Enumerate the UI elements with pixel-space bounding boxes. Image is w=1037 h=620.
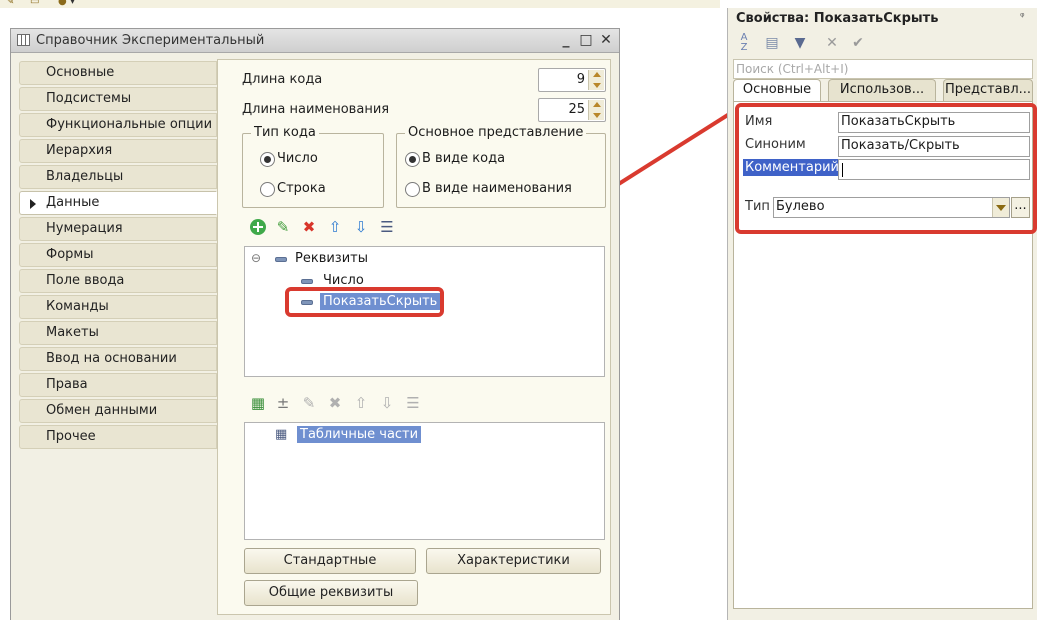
list-icon[interactable]: ☰: [404, 394, 422, 412]
window-title: Справочник Экспериментальный: [36, 33, 265, 48]
nav-item-input-by-basis[interactable]: Ввод на основании: [19, 347, 217, 371]
main-presentation-title: Основное представление: [405, 125, 587, 140]
move-down-icon[interactable]: ⇩: [352, 218, 370, 236]
highlight-properties-fields: [735, 103, 1037, 234]
pencil-icon[interactable]: ✎: [274, 218, 292, 236]
nav-item-functional-options[interactable]: Функциональные опции: [19, 113, 217, 137]
pin-icon[interactable]: ᵠ: [1020, 10, 1025, 23]
name-length-label: Длина наименования: [242, 102, 390, 117]
window-titlebar[interactable]: Справочник Экспериментальный _ □ ✕: [11, 29, 619, 53]
list-icon[interactable]: ☰: [378, 218, 396, 236]
attribute-icon: [301, 279, 313, 284]
nav-item-rights[interactable]: Права: [19, 373, 217, 397]
filter-icon[interactable]: ▼: [790, 33, 810, 53]
standard-attributes-button[interactable]: Стандартные реквизиты: [244, 548, 416, 592]
spin-arrows-icon[interactable]: [588, 70, 604, 90]
nav-item-input-field[interactable]: Поле ввода: [19, 269, 217, 293]
tab-presentation[interactable]: Представл...: [943, 79, 1033, 101]
nav-item-data[interactable]: Данные: [19, 191, 217, 215]
tabular-parts-tree[interactable]: ▦ Табличные части: [244, 422, 605, 540]
nav-item-subsystems[interactable]: Подсистемы: [19, 87, 217, 111]
cancel-icon[interactable]: ✕: [822, 33, 842, 53]
nav-item-owners[interactable]: Владельцы: [19, 165, 217, 189]
nav-item-main[interactable]: Основные: [19, 61, 217, 85]
categories-icon[interactable]: ▤: [762, 33, 782, 53]
pencil-icon[interactable]: ✎: [300, 394, 318, 412]
nav-item-hierarchy[interactable]: Иерархия: [19, 139, 217, 163]
delete-icon[interactable]: ✖: [300, 218, 318, 236]
move-down-icon[interactable]: ⇩: [378, 394, 396, 412]
move-up-icon[interactable]: ⇧: [352, 394, 370, 412]
maximize-button[interactable]: □: [577, 31, 595, 49]
characteristics-button[interactable]: Характеристики: [426, 548, 601, 574]
code-length-label: Длина кода: [242, 72, 323, 87]
tab-main[interactable]: Основные: [733, 79, 821, 102]
properties-panel: Свойства: ПоказатьСкрыть ᵠ AZ ▤ ▼ ✕ ✔ По…: [727, 8, 1037, 620]
properties-search-input[interactable]: Поиск (Ctrl+Alt+I): [733, 59, 1033, 79]
catalog-window: Справочник Экспериментальный _ □ ✕ Основ…: [10, 28, 620, 620]
collapse-icon[interactable]: ⊖: [251, 251, 261, 265]
nav-item-templates[interactable]: Макеты: [19, 321, 217, 345]
nav-item-numbering[interactable]: Нумерация: [19, 217, 217, 241]
add-icon[interactable]: [249, 218, 267, 236]
nav-item-forms[interactable]: Формы: [19, 243, 217, 267]
name-length-input[interactable]: 25: [538, 98, 606, 122]
check-icon[interactable]: ✔: [848, 33, 868, 53]
minimize-button[interactable]: _: [557, 31, 575, 49]
add-column-icon[interactable]: ±: [274, 394, 292, 412]
code-type-title: Тип кода: [251, 125, 319, 140]
table-icon: ▦: [275, 427, 288, 442]
main-presentation-group: Основное представление В виде кода В вид…: [396, 125, 606, 208]
tab-usage[interactable]: Использов...: [828, 79, 936, 101]
close-button[interactable]: ✕: [597, 31, 615, 49]
current-arrow-icon: [30, 199, 36, 209]
spin-arrows-icon[interactable]: [588, 100, 604, 120]
sort-az-icon[interactable]: AZ: [734, 33, 754, 53]
attribute-icon: [275, 257, 287, 262]
code-length-input[interactable]: 9: [538, 68, 606, 92]
nav-item-data-exchange[interactable]: Обмен данными: [19, 399, 217, 423]
move-up-icon[interactable]: ⇧: [326, 218, 344, 236]
common-attributes-button[interactable]: Общие реквизиты: [244, 580, 418, 606]
nav-item-other[interactable]: Прочее: [19, 425, 217, 449]
highlight-selected-attribute: [285, 287, 444, 317]
code-type-group: Тип кода Число Строка: [242, 125, 384, 208]
add-table-icon[interactable]: ▦: [249, 394, 267, 412]
delete-icon[interactable]: ✖: [326, 394, 344, 412]
properties-title: Свойства: ПоказатьСкрыть: [736, 11, 939, 26]
data-tab-panel: Длина кода 9 Длина наименования 25 Тип к…: [217, 59, 611, 615]
catalog-icon: [17, 34, 30, 46]
sections-nav: Основные Подсистемы Функциональные опции…: [19, 61, 217, 451]
nav-item-commands[interactable]: Команды: [19, 295, 217, 319]
